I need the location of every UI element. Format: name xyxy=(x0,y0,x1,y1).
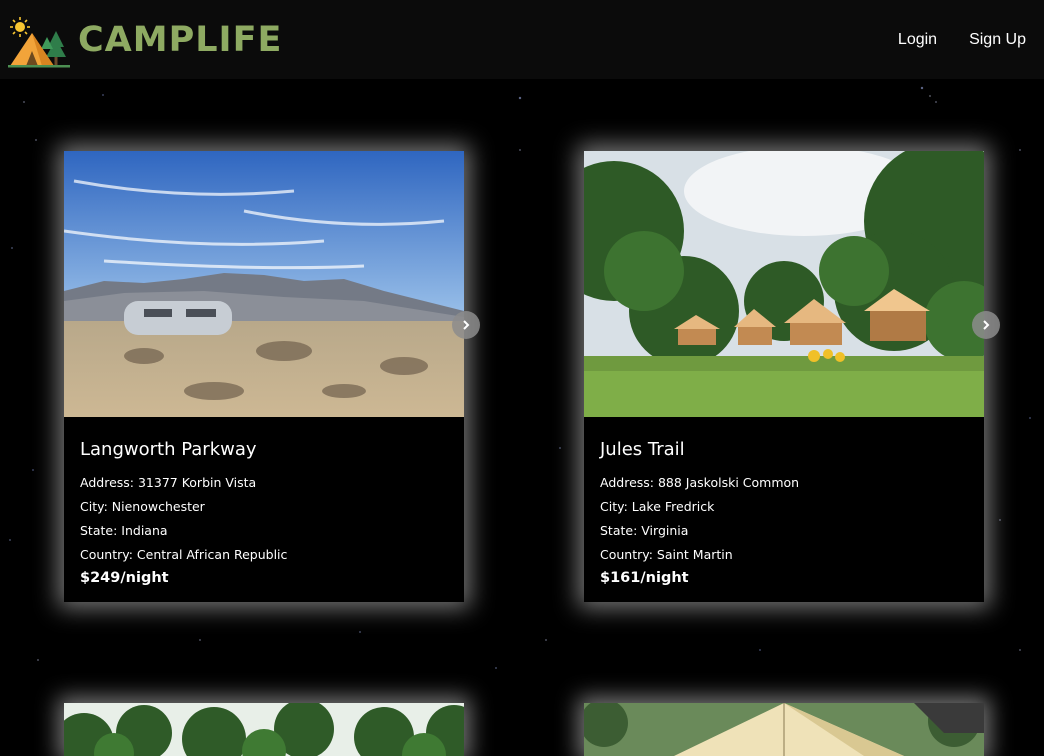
listing-state: State: Indiana xyxy=(80,523,168,538)
forest-image xyxy=(64,703,464,756)
carousel-next-button[interactable] xyxy=(972,311,1000,339)
airstream-trailer xyxy=(124,301,232,335)
brand-logo[interactable]: CAMPLIFE xyxy=(6,11,282,69)
sun-icon xyxy=(10,16,30,37)
tent-icon xyxy=(8,16,70,67)
signup-link[interactable]: Sign Up xyxy=(969,31,1026,49)
glamping-lodge-image xyxy=(584,151,984,417)
listing-price: $249/night xyxy=(80,570,169,586)
chevron-right-icon xyxy=(463,320,470,330)
site-header: CAMPLIFE Login Sign Up xyxy=(0,0,1044,79)
listing-card[interactable]: Jules Trail Address: 888 Jaskolski Commo… xyxy=(584,151,1000,602)
login-link[interactable]: Login xyxy=(898,31,937,49)
listing-state: State: Virginia xyxy=(600,523,689,538)
listing-address: Address: 888 Jaskolski Common xyxy=(600,475,800,490)
chevron-right-icon xyxy=(983,320,990,330)
bell-tent-image xyxy=(584,703,984,756)
carousel-next-button[interactable] xyxy=(452,311,480,339)
listing-title[interactable]: Jules Trail xyxy=(600,439,968,460)
listing-card[interactable] xyxy=(64,703,464,756)
listing-address: Address: 31377 Korbin Vista xyxy=(80,475,257,490)
brand-name: CAMPLIFE xyxy=(78,19,283,60)
listing-info: Jules Trail Address: 888 Jaskolski Commo… xyxy=(584,417,984,602)
listing-country: Country: Saint Martin xyxy=(600,547,733,562)
top-nav: Login Sign Up xyxy=(898,31,1026,49)
listing-card[interactable] xyxy=(584,703,984,756)
listing-city: City: Nienowchester xyxy=(80,499,205,514)
listing-photo xyxy=(64,151,480,417)
listing-title[interactable]: Langworth Parkway xyxy=(80,439,448,460)
listing-photo xyxy=(584,151,1000,417)
listing-card[interactable]: Langworth Parkway Address: 31377 Korbin … xyxy=(64,151,480,602)
listing-price: $161/night xyxy=(600,570,689,586)
listing-info: Langworth Parkway Address: 31377 Korbin … xyxy=(64,417,464,602)
desert-airstream-image xyxy=(64,151,464,417)
listing-city: City: Lake Fredrick xyxy=(600,499,715,514)
listing-country: Country: Central African Republic xyxy=(80,547,288,562)
